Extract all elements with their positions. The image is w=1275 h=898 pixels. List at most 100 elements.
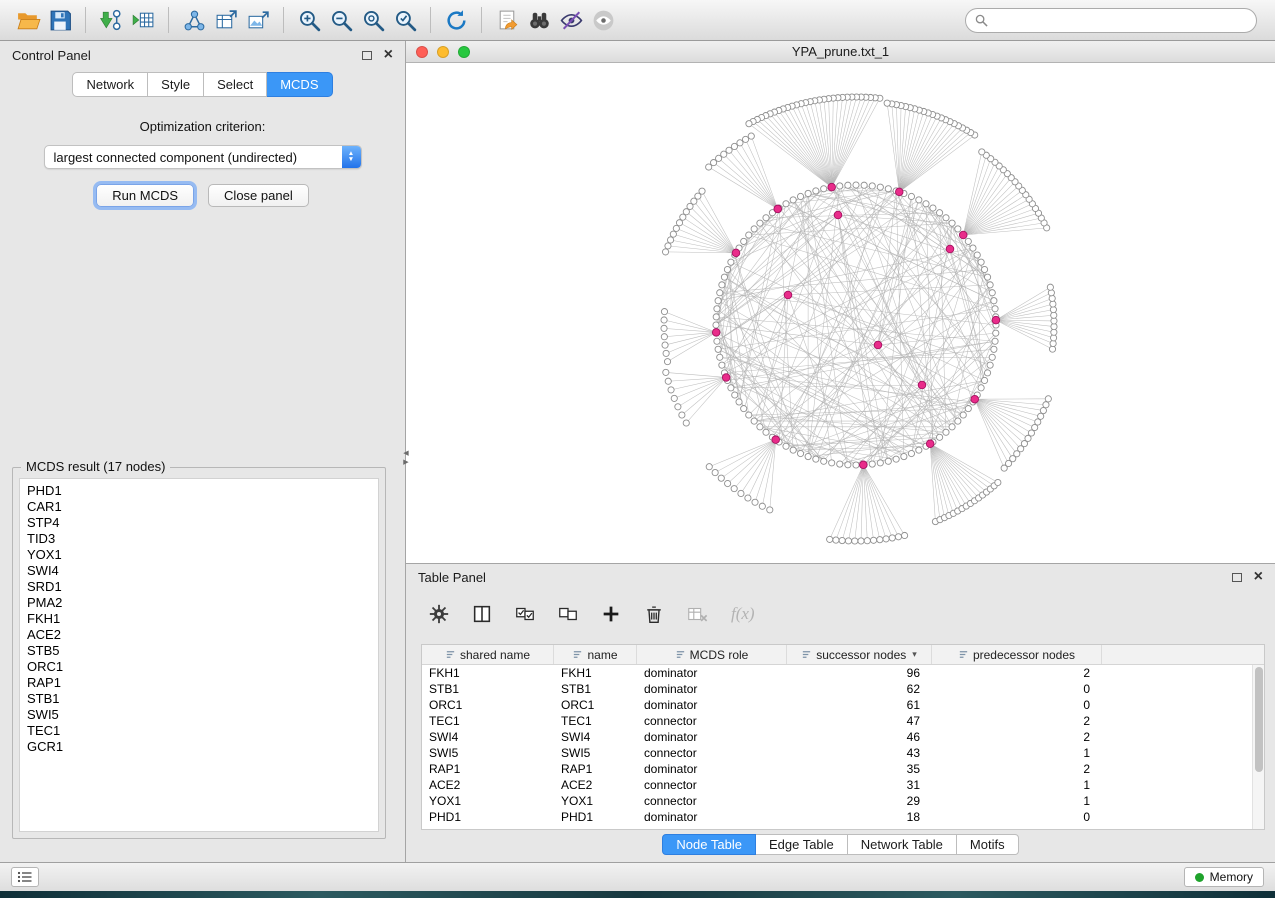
network-graph[interactable] xyxy=(406,63,1275,562)
table-row[interactable]: TEC1TEC1connector472 xyxy=(422,713,1264,729)
mcds-result-item[interactable]: FKH1 xyxy=(20,611,378,627)
table-row[interactable]: SWI4SWI4dominator462 xyxy=(422,729,1264,745)
cell-name: SWI4 xyxy=(554,730,637,744)
column-header-predecessor-nodes[interactable]: predecessor nodes xyxy=(932,645,1102,664)
float-panel-icon[interactable] xyxy=(362,51,372,60)
delete-column-icon[interactable] xyxy=(641,601,667,627)
tab-select[interactable]: Select xyxy=(204,72,267,97)
cell-role: dominator xyxy=(637,730,787,744)
control-panel-tabs: NetworkStyleSelectMCDS xyxy=(0,72,405,97)
column-header-name[interactable]: name xyxy=(554,645,637,664)
cell-name: TEC1 xyxy=(554,714,637,728)
mcds-result-item[interactable]: SWI5 xyxy=(20,707,378,723)
mcds-result-item[interactable]: TEC1 xyxy=(20,723,378,739)
table-row[interactable]: YOX1YOX1connector291 xyxy=(422,793,1264,809)
optimization-criterion-dropdown[interactable]: largest connected component (undirected)… xyxy=(44,145,362,169)
close-window-button[interactable] xyxy=(416,46,428,58)
import-table-icon[interactable] xyxy=(127,4,159,36)
cell-predecessors: 2 xyxy=(932,666,1102,680)
mcds-result-item[interactable]: ORC1 xyxy=(20,659,378,675)
mcds-result-item[interactable]: TID3 xyxy=(20,531,378,547)
refresh-icon[interactable] xyxy=(440,4,472,36)
mcds-result-item[interactable]: GCR1 xyxy=(20,739,378,755)
table-tab-node-table[interactable]: Node Table xyxy=(662,834,756,855)
mcds-result-item[interactable]: PHD1 xyxy=(20,483,378,499)
table-row[interactable]: ORC1ORC1dominator610 xyxy=(422,697,1264,713)
mcds-result-item[interactable]: YOX1 xyxy=(20,547,378,563)
hide-selected-icon[interactable] xyxy=(555,4,587,36)
status-menu-button[interactable] xyxy=(11,867,39,887)
import-network-icon[interactable] xyxy=(95,4,127,36)
minimize-window-button[interactable] xyxy=(437,46,449,58)
table-tab-network-table[interactable]: Network Table xyxy=(848,834,957,855)
tab-network[interactable]: Network xyxy=(72,72,148,97)
control-panel-title: Control Panel xyxy=(12,48,91,63)
close-panel-icon[interactable]: × xyxy=(384,47,393,63)
zoom-fit-icon[interactable] xyxy=(357,4,389,36)
tab-mcds[interactable]: MCDS xyxy=(267,72,332,97)
mcds-result-item[interactable]: STB1 xyxy=(20,691,378,707)
show-columns-icon[interactable] xyxy=(469,601,495,627)
toolbar-separator xyxy=(283,7,284,33)
desktop-background xyxy=(0,891,1275,898)
float-panel-icon[interactable] xyxy=(1232,573,1242,582)
column-type-icon xyxy=(572,649,583,660)
mcds-result-item[interactable]: STP4 xyxy=(20,515,378,531)
deselect-all-icon[interactable] xyxy=(555,601,581,627)
save-icon[interactable] xyxy=(44,4,76,36)
close-panel-icon[interactable]: × xyxy=(1254,569,1263,585)
cell-predecessors: 2 xyxy=(932,762,1102,776)
zoom-out-icon[interactable] xyxy=(325,4,357,36)
new-network-icon[interactable] xyxy=(178,4,210,36)
zoom-in-icon[interactable] xyxy=(293,4,325,36)
table-row[interactable]: ACE2ACE2connector311 xyxy=(422,777,1264,793)
column-header-successor-nodes[interactable]: successor nodes▾ xyxy=(787,645,932,664)
table-row[interactable]: SWI5SWI5connector431 xyxy=(422,745,1264,761)
splitter-handle[interactable]: ◀▶ xyxy=(402,445,410,471)
settings-gear-icon[interactable] xyxy=(426,601,452,627)
cell-successors: 29 xyxy=(787,794,932,808)
clone-network-icon[interactable] xyxy=(210,4,242,36)
network-canvas[interactable] xyxy=(406,63,1275,562)
table-tab-edge-table[interactable]: Edge Table xyxy=(756,834,848,855)
mcds-result-item[interactable]: PMA2 xyxy=(20,595,378,611)
zoom-window-button[interactable] xyxy=(458,46,470,58)
table-row[interactable]: RAP1RAP1dominator352 xyxy=(422,761,1264,777)
share-document-icon[interactable] xyxy=(491,4,523,36)
scrollbar-thumb[interactable] xyxy=(1255,667,1263,772)
toolbar-separator xyxy=(85,7,86,33)
cell-role: connector xyxy=(637,746,787,760)
mcds-result-item[interactable]: ACE2 xyxy=(20,627,378,643)
search-box[interactable] xyxy=(965,8,1257,33)
table-row[interactable]: PHD1PHD1dominator180 xyxy=(422,809,1264,825)
control-panel: Control Panel × NetworkStyleSelectMCDS O… xyxy=(0,41,406,862)
column-header-shared-name[interactable]: shared name xyxy=(422,645,554,664)
mcds-result-item[interactable]: SRD1 xyxy=(20,579,378,595)
cell-successors: 43 xyxy=(787,746,932,760)
cell-successors: 46 xyxy=(787,730,932,744)
table-row[interactable]: STB1STB1dominator620 xyxy=(422,681,1264,697)
table-tab-motifs[interactable]: Motifs xyxy=(957,834,1019,855)
tab-style[interactable]: Style xyxy=(148,72,204,97)
mcds-result-item[interactable]: SWI4 xyxy=(20,563,378,579)
cell-predecessors: 0 xyxy=(932,682,1102,696)
column-header-MCDS-role[interactable]: MCDS role xyxy=(637,645,787,664)
zoom-selected-icon[interactable] xyxy=(389,4,421,36)
table-panel-header: Table Panel × xyxy=(406,564,1275,590)
memory-button[interactable]: Memory xyxy=(1184,867,1264,887)
export-image-icon[interactable] xyxy=(242,4,274,36)
table-scrollbar[interactable] xyxy=(1252,665,1264,829)
mcds-result-item[interactable]: RAP1 xyxy=(20,675,378,691)
table-row[interactable]: FKH1FKH1dominator962 xyxy=(422,665,1264,681)
open-file-icon[interactable] xyxy=(12,4,44,36)
mcds-result-item[interactable]: STB5 xyxy=(20,643,378,659)
add-column-icon[interactable] xyxy=(598,601,624,627)
column-type-icon xyxy=(445,649,456,660)
search-input[interactable] xyxy=(993,13,1247,28)
search-network-icon[interactable] xyxy=(523,4,555,36)
run-mcds-button[interactable]: Run MCDS xyxy=(96,184,194,207)
close-panel-button[interactable]: Close panel xyxy=(208,184,309,207)
eye-icon[interactable] xyxy=(587,4,619,36)
select-all-icon[interactable] xyxy=(512,601,538,627)
mcds-result-item[interactable]: CAR1 xyxy=(20,499,378,515)
